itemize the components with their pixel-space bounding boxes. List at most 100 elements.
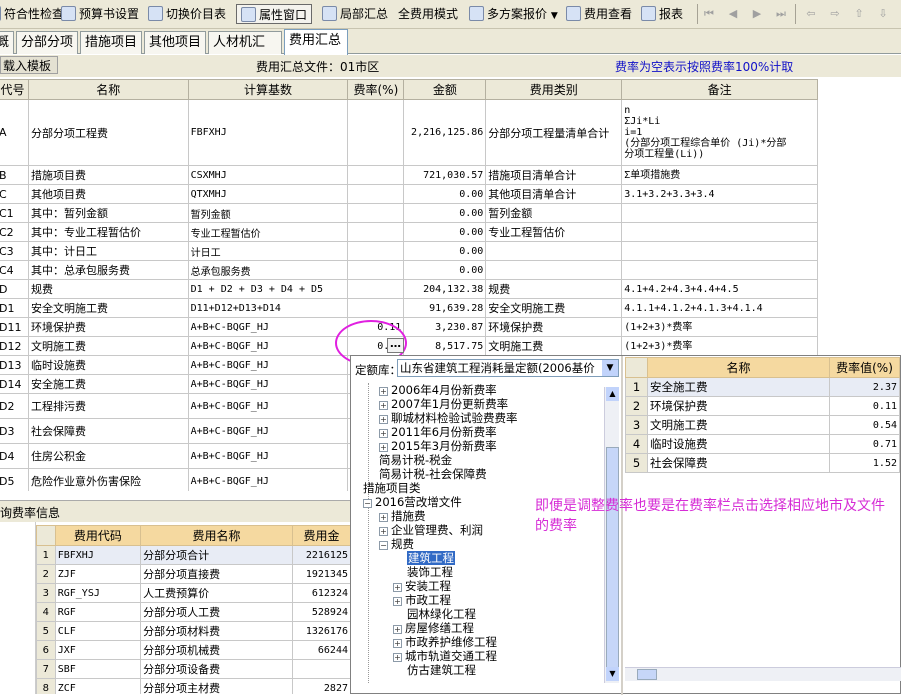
tree-node[interactable]: + 市政工程 — [393, 593, 451, 607]
arrow-up-icon[interactable]: ⇧ — [853, 7, 865, 21]
cell-name[interactable]: 分部分项工程费 — [27, 99, 189, 166]
cell-code[interactable]: B — [0, 165, 29, 185]
cost-amount[interactable]: 528924 — [291, 602, 351, 622]
cell-note[interactable]: 4.1+4.2+4.3+4.4+4.5 — [621, 279, 818, 299]
rate-name[interactable]: 社会保障费 — [647, 453, 830, 473]
report-button[interactable]: 报表 — [641, 4, 683, 24]
load-template-button[interactable]: 载入模板 — [0, 56, 58, 74]
expand-icon[interactable]: + — [393, 597, 402, 606]
tree-node[interactable]: + 城市轨道交通工程 — [393, 649, 497, 663]
rate-ellipsis-button[interactable]: … — [387, 338, 404, 353]
cell-amount[interactable]: 91,639.28 — [403, 298, 487, 318]
cell-amount[interactable]: 0.00 — [403, 203, 487, 223]
expand-icon[interactable]: + — [379, 415, 388, 424]
col-name[interactable]: 名称 — [27, 79, 189, 100]
cell-rate[interactable] — [347, 203, 405, 223]
cell-code[interactable]: D11 — [0, 317, 29, 337]
tab-cost-summary[interactable]: 费用汇总 — [284, 29, 348, 55]
cell-code[interactable]: C2 — [0, 222, 29, 242]
cost-amount[interactable]: 2827 — [291, 678, 351, 694]
cell-name[interactable]: 其中：专业工程暂估价 — [27, 222, 189, 242]
cell-amount[interactable]: 0.00 — [403, 241, 487, 261]
expand-icon[interactable]: + — [379, 443, 388, 452]
col-cost-name[interactable]: 费用名称 — [140, 525, 293, 546]
cost-amount[interactable]: 1326176 — [291, 621, 351, 641]
cost-name[interactable]: 分部分项直接费 — [140, 564, 293, 584]
full-cost-mode-button[interactable]: 全费用模式 — [398, 4, 458, 24]
cell-rate[interactable] — [347, 184, 405, 204]
scroll-down-icon[interactable]: ▼ — [606, 667, 619, 681]
next-icon[interactable]: ▶ — [751, 7, 763, 21]
cell-base[interactable]: D1 + D2 + D3 + D4 + D5 — [187, 279, 349, 299]
hscroll-thumb[interactable] — [637, 669, 657, 680]
tab-items[interactable]: 分部分项 — [16, 31, 78, 54]
cell-name[interactable]: 其中：总承包服务费 — [27, 260, 189, 280]
cell-name[interactable]: 规费 — [27, 279, 189, 299]
tree-node[interactable]: +2006年4月份新费率 — [379, 383, 497, 397]
cell-code[interactable]: D4 — [0, 443, 29, 469]
cell-category[interactable] — [485, 241, 623, 261]
table-row[interactable]: 2 ZJF 分部分项直接费 1921345 — [36, 564, 351, 584]
cell-code[interactable]: D3 — [0, 418, 29, 444]
cell-code[interactable]: A — [0, 99, 29, 166]
expand-icon[interactable]: + — [379, 429, 388, 438]
col-rate-value[interactable]: 费率值(%) — [829, 357, 900, 378]
cell-note[interactable]: 4.1.1+4.1.2+4.1.3+4.1.4 — [621, 298, 818, 318]
col-category[interactable]: 费用类别 — [485, 79, 623, 100]
cost-code[interactable]: RGF_YSJ — [54, 583, 142, 603]
rate-value[interactable]: 2.37 — [829, 377, 900, 397]
cell-amount[interactable]: 0.00 — [403, 260, 487, 280]
cell-amount[interactable]: 0.00 — [403, 222, 487, 242]
cell-name[interactable]: 社会保障费 — [27, 418, 189, 444]
cost-code[interactable]: RGF — [54, 602, 142, 622]
cost-name[interactable]: 分部分项主材费 — [140, 678, 293, 694]
rate-value[interactable]: 0.71 — [829, 434, 900, 454]
cost-view-button[interactable]: 费用查看 — [566, 4, 632, 24]
table-row[interactable]: C4 其中：总承包服务费 总承包服务费 0.00 — [0, 260, 818, 280]
cell-base[interactable]: A+B+C-BQGF_HJ — [187, 468, 349, 491]
cell-name[interactable]: 其中：计日工 — [27, 241, 189, 261]
cell-note[interactable] — [621, 203, 818, 223]
expand-icon[interactable]: + — [379, 401, 388, 410]
cell-base[interactable]: CSXMHJ — [187, 165, 349, 185]
rate-value[interactable]: 0.11 — [829, 396, 900, 416]
tree-node[interactable]: 园林绿化工程 — [407, 607, 476, 621]
cell-name[interactable]: 危险作业意外伤害保险 — [27, 468, 189, 491]
cell-code[interactable]: D2 — [0, 393, 29, 419]
cell-base[interactable]: A+B+C-BQGF_HJ — [187, 443, 349, 469]
first-icon[interactable]: ⏮ — [703, 7, 715, 21]
expand-icon[interactable]: + — [379, 513, 388, 522]
cell-note[interactable] — [621, 222, 818, 242]
cell-code[interactable]: D1 — [0, 298, 29, 318]
tab-other-items[interactable]: 其他项目 — [144, 31, 206, 54]
table-row[interactable]: 7 SBF 分部分项设备费 — [36, 659, 351, 679]
cell-rate[interactable] — [347, 99, 405, 166]
table-row[interactable]: C2 其中：专业工程暂估价 专业工程暂估价 0.00 专业工程暂估价 — [0, 222, 818, 242]
cell-category[interactable]: 其他项目清单合计 — [485, 184, 623, 204]
cost-amount[interactable] — [291, 659, 351, 679]
cell-code[interactable]: C4 — [0, 260, 29, 280]
table-row[interactable]: 1 FBFXHJ 分部分项合计 2216125 — [36, 545, 351, 565]
cost-amount[interactable]: 1921345 — [291, 564, 351, 584]
table-row[interactable]: 8 ZCF 分部分项主材费 2827 — [36, 678, 351, 694]
tab-measures[interactable]: 措施项目 — [80, 31, 142, 54]
tree-node[interactable]: 措施项目类 — [363, 481, 421, 495]
rate-name[interactable]: 安全施工费 — [647, 377, 830, 397]
cell-base[interactable]: A+B+C-BQGF_HJ — [187, 336, 349, 356]
table-row[interactable]: D12文明施工费A+B+C-BQGF_HJ0.298,517.75文明施工费(1… — [0, 336, 818, 356]
cell-code[interactable]: D — [0, 279, 29, 299]
cell-category[interactable]: 分部分项工程量清单合计 — [485, 99, 623, 166]
cell-code[interactable]: C — [0, 184, 29, 204]
cell-amount[interactable]: 0.00 — [403, 184, 487, 204]
cell-code[interactable]: D5 — [0, 468, 29, 491]
cell-category[interactable]: 措施项目清单合计 — [485, 165, 623, 185]
cell-base[interactable]: A+B+C-BQGF_HJ — [187, 317, 349, 337]
table-row[interactable]: 4 临时设施费 0.71 — [625, 434, 900, 454]
horizontal-scrollbar[interactable] — [625, 667, 901, 681]
cell-name[interactable]: 措施项目费 — [27, 165, 189, 185]
cell-rate[interactable] — [347, 241, 405, 261]
tab-overview[interactable]: 概况 — [0, 31, 14, 72]
cell-code[interactable]: C1 — [0, 203, 29, 223]
table-row[interactable]: 3 文明施工费 0.54 — [625, 415, 900, 435]
cell-amount[interactable]: 2,216,125.86 — [403, 99, 487, 166]
